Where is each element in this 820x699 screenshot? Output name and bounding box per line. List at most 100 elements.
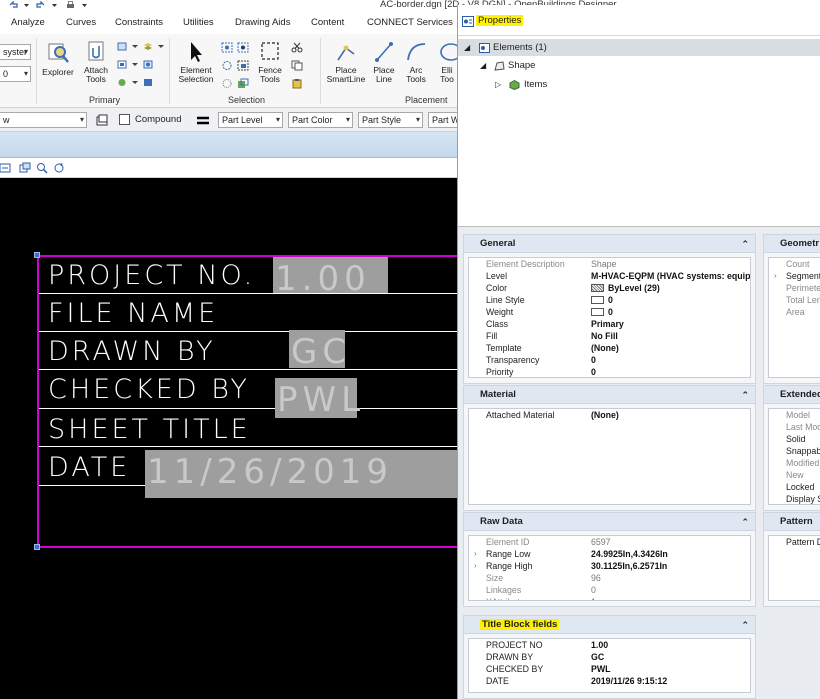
property-row[interactable]: Last Modi xyxy=(769,421,820,433)
property-row[interactable]: New xyxy=(769,469,820,481)
extended-section-header[interactable]: Extended xyxy=(764,386,820,404)
property-row[interactable]: Perimeter xyxy=(769,282,820,294)
level-combo[interactable]: syster ▾ xyxy=(0,44,31,60)
property-row[interactable]: PROJECT NO 1.00 xyxy=(469,639,750,651)
property-row[interactable]: Locked xyxy=(769,481,820,493)
tab-utilities[interactable]: Utilities xyxy=(183,17,214,28)
tree-item-items[interactable]: ▷ Items xyxy=(458,76,820,93)
property-row[interactable]: Area xyxy=(769,306,820,318)
expand-icon[interactable]: › xyxy=(774,270,777,282)
tab-curves[interactable]: Curves xyxy=(66,17,96,28)
property-row[interactable]: Pattern De xyxy=(769,536,820,548)
dropdown-arrow-icon[interactable] xyxy=(130,42,140,51)
general-section-header[interactable]: General ⌃ xyxy=(464,235,755,253)
drawn-by-field[interactable]: GC xyxy=(289,330,346,372)
arc-tools-button[interactable]: Arc Tools xyxy=(400,40,432,84)
weight-combo[interactable]: 0 ▾ xyxy=(0,66,31,82)
property-row[interactable]: Class Primary xyxy=(469,318,750,330)
property-row[interactable]: Color ByLevel (29) xyxy=(469,282,750,294)
property-row[interactable]: Element Description Shape xyxy=(469,258,750,270)
paste-icon[interactable] xyxy=(291,78,303,89)
customize-quick-access-icon[interactable] xyxy=(80,1,89,9)
dropdown-arrow-icon[interactable] xyxy=(130,78,140,87)
tree-item-elements[interactable]: ◢ Elements (1) xyxy=(458,39,820,56)
property-row[interactable]: DRAWN BY GC xyxy=(469,651,750,663)
property-row[interactable]: Element ID 6597 xyxy=(469,536,750,548)
raster-manager-icon[interactable] xyxy=(143,60,153,69)
geometry-section-header[interactable]: Geometr xyxy=(764,235,820,253)
raw-data-section-header[interactable]: Raw Data ⌃ xyxy=(464,513,755,531)
cut-icon[interactable] xyxy=(291,42,303,53)
date-field[interactable]: 11/26/2019 xyxy=(145,450,457,498)
select-inside-icon[interactable] xyxy=(237,42,249,53)
property-row[interactable]: › Range Low 24.9925In,4.3426In xyxy=(469,548,750,560)
property-row[interactable]: CHECKED BY PWL xyxy=(469,663,750,675)
property-row[interactable]: Line Style 0 xyxy=(469,294,750,306)
view-attributes-icon[interactable] xyxy=(0,162,12,174)
dropdown-arrow-icon[interactable] xyxy=(22,1,31,9)
place-smartline-button[interactable]: Place SmartLine xyxy=(323,40,369,84)
redo-icon[interactable] xyxy=(36,1,45,9)
property-row[interactable]: › Range High 30.1125In,6.2571In xyxy=(469,560,750,572)
property-row[interactable]: Fill No Fill xyxy=(469,330,750,342)
dropdown-arrow-icon[interactable] xyxy=(156,42,166,51)
property-row[interactable]: Count xyxy=(769,258,820,270)
element-selection-button[interactable]: Element Selection xyxy=(174,40,218,84)
property-row[interactable]: Model xyxy=(769,409,820,421)
property-row[interactable]: XAttributes 1 xyxy=(469,596,750,600)
part-style-dropdown[interactable]: Part Style ▾ xyxy=(358,112,423,128)
place-line-button[interactable]: Place Line xyxy=(370,40,398,84)
copy-icon[interactable] xyxy=(291,60,303,71)
zoom-tools-icon[interactable] xyxy=(36,162,48,174)
compound-checkbox[interactable] xyxy=(119,114,130,125)
property-row[interactable]: Snappable xyxy=(769,445,820,457)
collapse-icon[interactable]: ◢ xyxy=(464,39,470,56)
expand-icon[interactable]: › xyxy=(474,548,477,560)
select-by-attributes-icon[interactable] xyxy=(221,60,233,71)
fence-tools-button[interactable]: Fence Tools xyxy=(254,40,286,84)
property-row[interactable]: Total Leng xyxy=(769,294,820,306)
checked-by-field[interactable]: PWL xyxy=(275,378,360,420)
references-icon[interactable] xyxy=(117,60,127,69)
ellipse-tools-button[interactable]: Elli Too xyxy=(437,40,457,84)
attach-tools-button[interactable]: Attach Tools xyxy=(79,40,113,84)
property-row[interactable]: Attached Material (None) xyxy=(469,409,750,421)
property-row[interactable]: Display S xyxy=(769,493,820,504)
material-section-header[interactable]: Material ⌃ xyxy=(464,386,755,404)
drawing-canvas[interactable]: PROJECT NO. FILE NAME DRAWN BY CHECKED B… xyxy=(0,178,457,699)
select-all-icon[interactable] xyxy=(221,42,233,53)
select-group-icon[interactable] xyxy=(237,78,249,89)
part-color-dropdown[interactable]: Part Color ▾ xyxy=(288,112,353,128)
property-row[interactable]: DATE 2019/11/26 9:15:12 xyxy=(469,675,750,687)
selection-handle[interactable] xyxy=(34,544,40,550)
property-row[interactable]: Size 96 xyxy=(469,572,750,584)
dropdown-arrow-icon[interactable] xyxy=(50,1,59,9)
select-overlap-icon[interactable] xyxy=(237,60,249,71)
property-row[interactable]: Level M-HVAC-EQPM (HVAC systems: equipmen… xyxy=(469,270,750,282)
property-row[interactable]: Solid xyxy=(769,433,820,445)
multiline-icon[interactable] xyxy=(95,113,109,127)
rotate-view-icon[interactable] xyxy=(53,162,65,174)
display-styles-icon[interactable] xyxy=(117,78,127,87)
tab-drawing-aids[interactable]: Drawing Aids xyxy=(235,17,290,28)
expand-icon[interactable]: ▷ xyxy=(495,76,501,93)
property-row[interactable]: Linkages 0 xyxy=(469,584,750,596)
view-display-mode-icon[interactable] xyxy=(19,162,31,174)
title-block-fields-header[interactable]: Title Block fields ⌃ xyxy=(464,616,755,634)
property-row[interactable]: Priority 0 xyxy=(469,366,750,377)
property-row[interactable]: Transparency 0 xyxy=(469,354,750,366)
active-level-dropdown[interactable]: w ▾ xyxy=(0,112,87,128)
pattern-section-header[interactable]: Pattern xyxy=(764,513,820,531)
dropdown-arrow-icon[interactable] xyxy=(130,60,140,69)
level-manager-icon[interactable] xyxy=(143,42,153,51)
collapse-icon[interactable]: ◢ xyxy=(480,57,486,74)
tab-analyze[interactable]: Analyze xyxy=(11,17,45,28)
undo-icon[interactable] xyxy=(9,1,18,9)
print-icon[interactable] xyxy=(66,1,75,9)
expand-icon[interactable]: › xyxy=(474,560,477,572)
project-no-field[interactable]: 1.00 xyxy=(273,257,388,299)
tab-constraints[interactable]: Constraints xyxy=(115,17,163,28)
tab-connect-services[interactable]: CONNECT Services xyxy=(367,17,453,28)
property-row[interactable]: › Segments xyxy=(769,270,820,282)
tree-item-shape[interactable]: ◢ Shape xyxy=(458,57,820,74)
